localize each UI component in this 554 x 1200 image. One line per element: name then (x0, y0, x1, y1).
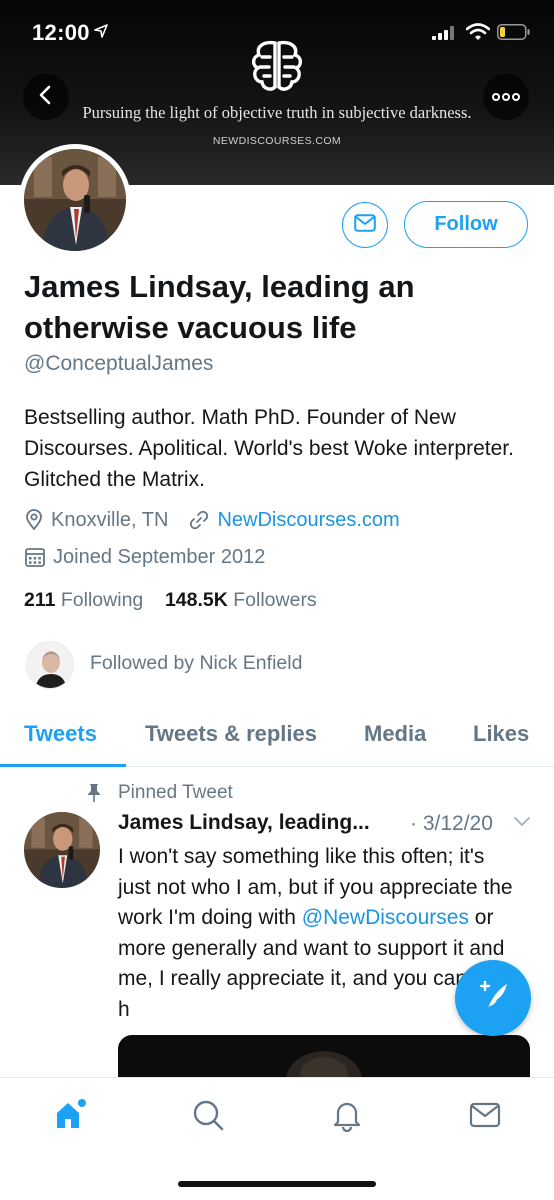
profile-joined-row: Joined September 2012 (24, 544, 265, 570)
profile-joined-date: Joined September 2012 (53, 545, 266, 568)
profile-avatar[interactable] (19, 144, 131, 256)
following-count: 211 (24, 589, 56, 611)
profile-location: Knoxville, TN (51, 508, 169, 531)
tweet-date[interactable]: · 3/12/20 (410, 812, 493, 836)
location-arrow-icon (94, 24, 108, 43)
more-options-button[interactable] (483, 74, 529, 120)
status-time: 12:00 (32, 20, 90, 45)
tweet-mention-link[interactable]: @NewDiscourses (302, 906, 469, 929)
profile-tabs: Tweets Tweets & replies Media Likes (0, 705, 554, 767)
back-arrow-icon (38, 85, 54, 110)
signal-icon (432, 26, 456, 45)
profile-location-website-row: Knoxville, TN NewDiscourses.com (24, 507, 400, 533)
home-icon[interactable] (54, 1098, 88, 1137)
compose-tweet-button[interactable] (455, 960, 531, 1036)
more-icon (492, 88, 520, 106)
pinned-tweet-label: Pinned Tweet (118, 782, 233, 803)
home-indicator (178, 1181, 376, 1187)
envelope-icon (354, 213, 376, 237)
location-pin-icon (24, 509, 44, 531)
tweet-author-avatar[interactable] (24, 812, 100, 888)
wifi-icon (465, 23, 491, 46)
messages-envelope-icon[interactable] (468, 1098, 502, 1137)
following-link[interactable]: 211 Following (24, 589, 143, 611)
battery-icon (497, 24, 531, 45)
message-button[interactable] (342, 202, 388, 248)
following-label: Following (60, 589, 144, 611)
profile-website-link[interactable]: NewDiscourses.com (217, 509, 399, 532)
tab-likes[interactable]: Likes (473, 721, 529, 747)
profile-handle: @ConceptualJames (24, 352, 214, 375)
tab-media[interactable]: Media (364, 721, 426, 747)
compose-tweet-icon (475, 978, 511, 1019)
tab-tweets[interactable]: Tweets (24, 721, 97, 747)
active-tab-indicator (0, 764, 126, 767)
search-icon[interactable] (191, 1098, 225, 1137)
link-icon (188, 509, 210, 531)
banner-tagline: Pursuing the light of objective truth in… (82, 103, 472, 122)
calendar-icon (24, 546, 46, 568)
followers-link[interactable]: 148.5K Followers (165, 589, 317, 611)
tab-tweets-and-replies[interactable]: Tweets & replies (145, 721, 317, 747)
followers-label: Followers (233, 589, 317, 611)
profile-display-name: James Lindsay, leading an otherwise vacu… (24, 269, 415, 345)
profile-bio: Bestselling author. Math PhD. Founder of… (24, 406, 514, 491)
pin-icon (86, 783, 102, 808)
follow-button[interactable]: Follow (404, 201, 528, 248)
profile-stats: 211 Following 148.5K Followers (24, 589, 317, 612)
brain-logo-icon (248, 38, 306, 99)
back-button[interactable] (23, 74, 69, 120)
chevron-down-icon[interactable] (513, 815, 531, 833)
followers-count: 148.5K (164, 589, 228, 611)
notifications-bell-icon[interactable] (330, 1098, 364, 1137)
tweet-author-name[interactable]: James Lindsay, leading... (118, 811, 370, 835)
followed-by-avatar[interactable] (26, 641, 74, 689)
followed-by-text[interactable]: Followed by Nick Enfield (90, 652, 302, 675)
